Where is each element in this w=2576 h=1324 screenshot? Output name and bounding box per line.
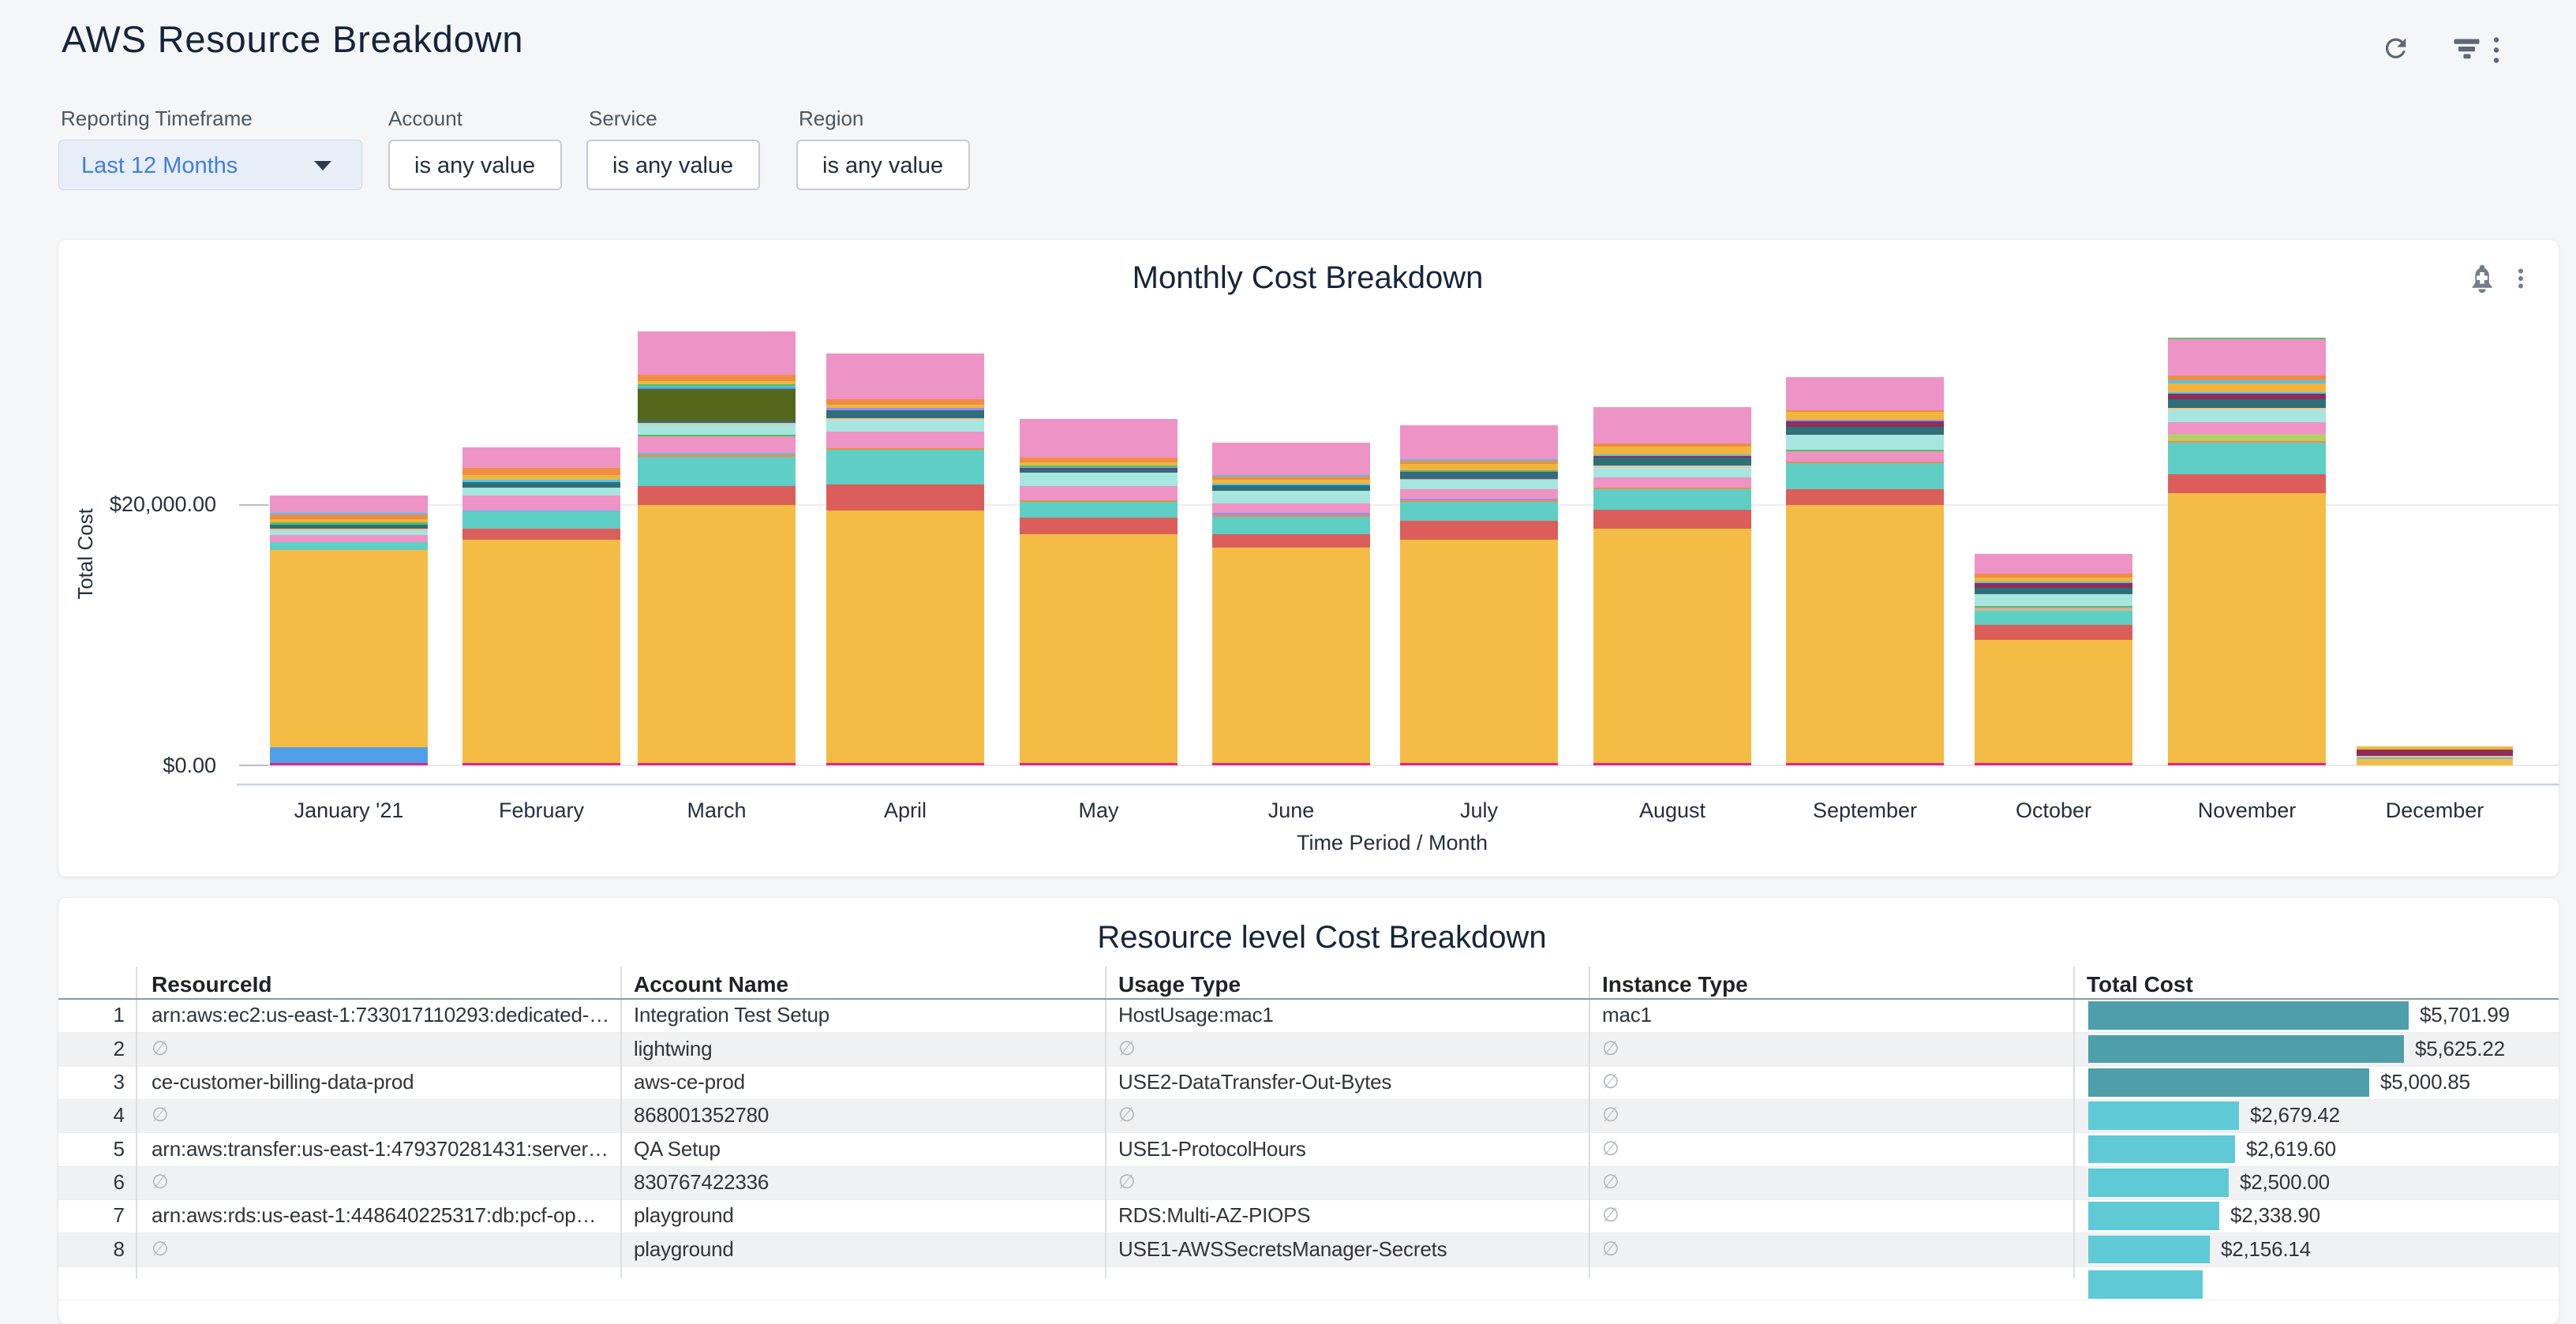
svg-text:Time Period / Month: Time Period / Month [1297, 831, 1488, 855]
svg-text:April: April [884, 799, 927, 822]
svg-text:Monthly Cost Breakdown: Monthly Cost Breakdown [1133, 260, 1484, 295]
svg-text:May: May [1078, 799, 1119, 822]
svg-text:$20,000.00: $20,000.00 [110, 492, 216, 516]
svg-text:$0.00: $0.00 [163, 754, 216, 777]
svg-text:December: December [2386, 799, 2484, 822]
svg-text:October: October [2016, 799, 2091, 822]
svg-text:February: February [499, 799, 585, 822]
svg-text:November: November [2198, 799, 2297, 822]
svg-text:March: March [687, 799, 746, 822]
svg-text:July: July [1460, 799, 1499, 822]
svg-text:Total Cost: Total Cost [73, 507, 97, 599]
svg-text:September: September [1813, 799, 1917, 822]
svg-text:August: August [1639, 799, 1706, 822]
svg-text:June: June [1268, 799, 1315, 822]
svg-text:January '21: January '21 [294, 799, 404, 822]
